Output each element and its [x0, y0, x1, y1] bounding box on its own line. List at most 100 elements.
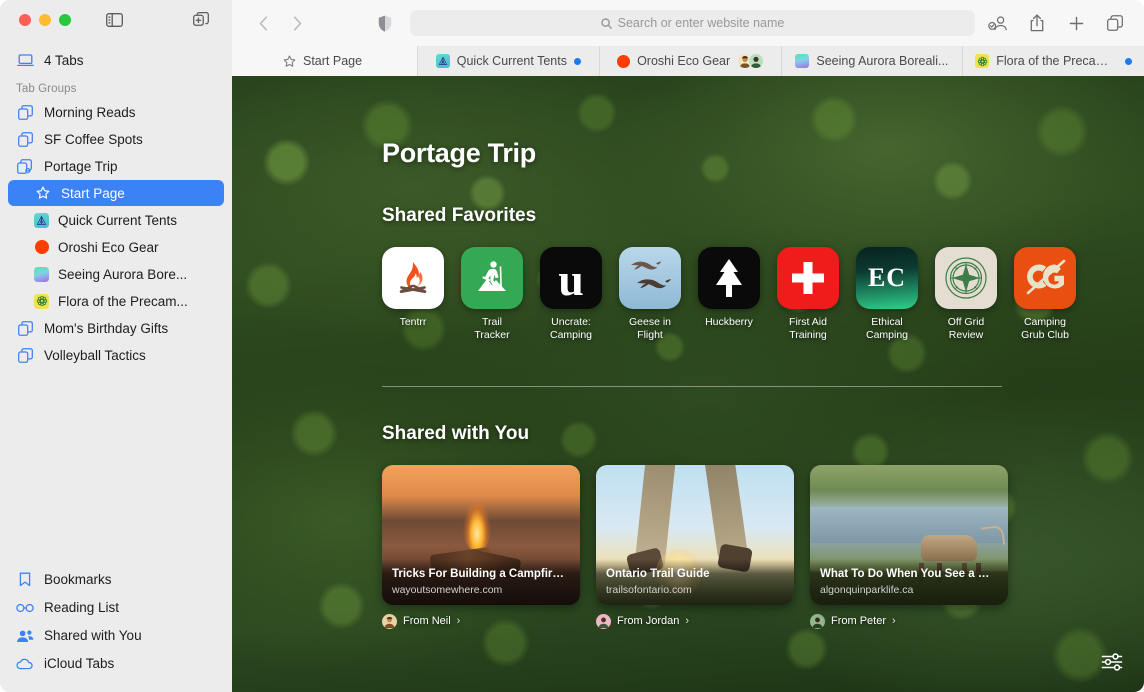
favorite-off-grid-review[interactable]: Off Grid Review [935, 247, 997, 342]
sidebar-item-label: Start Page [61, 185, 125, 201]
card-title: Ontario Trail Guide [606, 568, 710, 581]
favorite-tentrr[interactable]: Tentrr [382, 247, 444, 342]
shared-card-moose[interactable]: What To Do When You See a Moo... algonqu… [810, 464, 1008, 605]
sidebar-item-icloud-tabs[interactable]: iCloud Tabs [8, 650, 224, 677]
sidebar-item-sf-coffee-spots[interactable]: SF Coffee Spots [8, 126, 224, 152]
tab-participant-avatars [737, 53, 765, 69]
tab-label: Seeing Aurora Boreali... [816, 54, 949, 68]
favorite-huckberry[interactable]: Huckberry [698, 247, 760, 342]
card-url: trailsofontario.com [606, 583, 692, 596]
sidebar-item-flora-precambrian[interactable]: Flora of the Precam... [8, 288, 224, 314]
tab-start-page[interactable]: Start Page [232, 46, 418, 76]
favorite-label: Tentrr [399, 316, 427, 328]
privacy-shield-icon[interactable] [372, 15, 398, 32]
safari-window: 4 Tabs Tab Groups Morning Reads SF Coffe… [0, 0, 1144, 692]
tab-seeing-aurora[interactable]: Seeing Aurora Boreali... [782, 46, 964, 76]
tab-overview-icon[interactable] [1104, 12, 1126, 34]
sidebar-bottom-section: Bookmarks Reading List Shared with You i… [0, 565, 232, 692]
tab-quick-current-tents[interactable]: Quick Current Tents [418, 46, 600, 76]
sidebar-item-volleyball-tactics[interactable]: Volleyball Tactics [8, 342, 224, 368]
sidebar-item-shared-with-you[interactable]: Shared with You [8, 622, 224, 649]
favorite-label: Off Grid Review [947, 316, 985, 341]
shared-from-row-jordan[interactable]: From Jordan › [596, 613, 794, 629]
share-icon[interactable] [1026, 12, 1048, 34]
favorite-label: Geese in Flight [628, 316, 672, 341]
shared-from-label: From Jordan [617, 615, 680, 628]
shared-from-row-peter[interactable]: From Peter › [810, 613, 1008, 629]
shared-with-you-heading: Shared with You [382, 422, 530, 444]
shared-card-campfire[interactable]: Tricks For Building a Campfire—F... wayo… [382, 464, 580, 605]
sidebar-item-tabs[interactable]: 4 Tabs [8, 47, 224, 73]
sidebar-item-start-page[interactable]: Start Page [8, 180, 224, 206]
ec-monogram-logo: EC [856, 247, 918, 309]
new-tab-group-icon[interactable] [190, 10, 212, 30]
minimize-button[interactable] [39, 14, 51, 26]
customize-start-page-button[interactable] [1096, 649, 1128, 675]
profile-icon[interactable] [987, 12, 1009, 34]
favicon-gradient [795, 54, 810, 68]
favicon-circle-orange [616, 54, 630, 68]
sliders-icon [1101, 653, 1123, 671]
avatar-jordan [596, 613, 611, 629]
laptop-icon [16, 51, 34, 69]
people-icon [16, 627, 34, 645]
zoom-button[interactable] [59, 14, 71, 26]
card-url: wayoutsomewhere.com [392, 583, 503, 596]
start-page: Portage Trip Shared Favorites Tentrr Tra… [232, 76, 1144, 692]
window-controls [0, 0, 232, 40]
chevron-right-icon: › [892, 615, 896, 628]
sidebar-item-label: Volleyball Tactics [44, 347, 146, 363]
favorite-uncrate-camping[interactable]: u Uncrate: Camping [540, 247, 602, 342]
shared-card-group: What To Do When You See a Moo... algonqu… [810, 464, 1008, 629]
sidebar-item-oroshi-eco-gear[interactable]: Oroshi Eco Gear [8, 234, 224, 260]
favorite-geese-in-flight[interactable]: Geese in Flight [619, 247, 681, 342]
favorite-first-aid-training[interactable]: First Aid Training [777, 247, 839, 342]
sidebar-section-header: Tab Groups [16, 83, 77, 95]
favorite-camping-grub-club[interactable]: Camping Grub Club [1014, 247, 1076, 342]
favicon-gradient [34, 266, 49, 282]
card-meta: Ontario Trail Guide trailsofontario.com [596, 559, 794, 605]
sidebar-item-label: Shared with You [44, 628, 142, 643]
favorite-label: Ethical Camping [865, 316, 909, 341]
sidebar-toggle-icon[interactable] [103, 10, 125, 30]
sidebar-item-reading-list[interactable]: Reading List [8, 594, 224, 621]
tab-group-icon [16, 346, 34, 364]
sidebar-item-morning-reads[interactable]: Morning Reads [8, 99, 224, 125]
letter-u-logo: u [540, 247, 602, 309]
favicon-circle-orange [34, 240, 49, 255]
sidebar-item-portage-trip[interactable]: Portage Trip [8, 153, 224, 179]
sidebar-tabs-label: 4 Tabs [44, 52, 84, 68]
card-title: Tricks For Building a Campfire—F... [392, 568, 570, 581]
tab-label: Start Page [303, 54, 363, 68]
browser-toolbar: Search or enter website name [232, 0, 1144, 46]
address-bar[interactable]: Search or enter website name [410, 10, 975, 36]
favorite-ethical-camping[interactable]: EC Ethical Camping [856, 247, 918, 342]
shared-with-you-cards: Tricks For Building a Campfire—F... wayo… [382, 464, 1144, 629]
shared-card-ontario-trail[interactable]: Ontario Trail Guide trailsofontario.com [596, 464, 794, 605]
favorite-trail-tracker[interactable]: Trail Tracker [461, 247, 523, 342]
sidebar-item-label: Quick Current Tents [58, 212, 178, 228]
avatar-neil [382, 613, 397, 629]
sidebar-item-bookmarks[interactable]: Bookmarks [8, 566, 224, 593]
address-bar-placeholder: Search or enter website name [617, 16, 785, 30]
forward-button[interactable] [280, 9, 314, 37]
shared-from-row-neil[interactable]: From Neil › [382, 613, 580, 629]
card-meta: Tricks For Building a Campfire—F... wayo… [382, 559, 580, 605]
back-button[interactable] [246, 9, 280, 37]
geese-photo [619, 247, 681, 309]
favorite-label: Camping Grub Club [1021, 316, 1069, 341]
pine-tree-logo [698, 247, 760, 309]
tab-oroshi-eco-gear[interactable]: Oroshi Eco Gear [600, 46, 782, 76]
new-tab-icon[interactable] [1065, 12, 1087, 34]
sidebar-item-seeing-aurora[interactable]: Seeing Aurora Bore... [8, 261, 224, 287]
favicon-flower [975, 54, 990, 68]
close-button[interactable] [19, 14, 31, 26]
hiker-logo [461, 247, 523, 309]
sidebar-item-quick-current-tents[interactable]: Quick Current Tents [8, 207, 224, 233]
sidebar-item-label: Morning Reads [44, 104, 136, 120]
sidebar-item-moms-birthday-gifts[interactable]: Mom's Birthday Gifts [8, 315, 224, 341]
search-icon [600, 17, 612, 29]
favorite-label: Uncrate: Camping [549, 316, 593, 341]
tab-flora-precambrian[interactable]: Flora of the Precambi... [963, 46, 1144, 76]
favicon-tent [435, 54, 450, 68]
